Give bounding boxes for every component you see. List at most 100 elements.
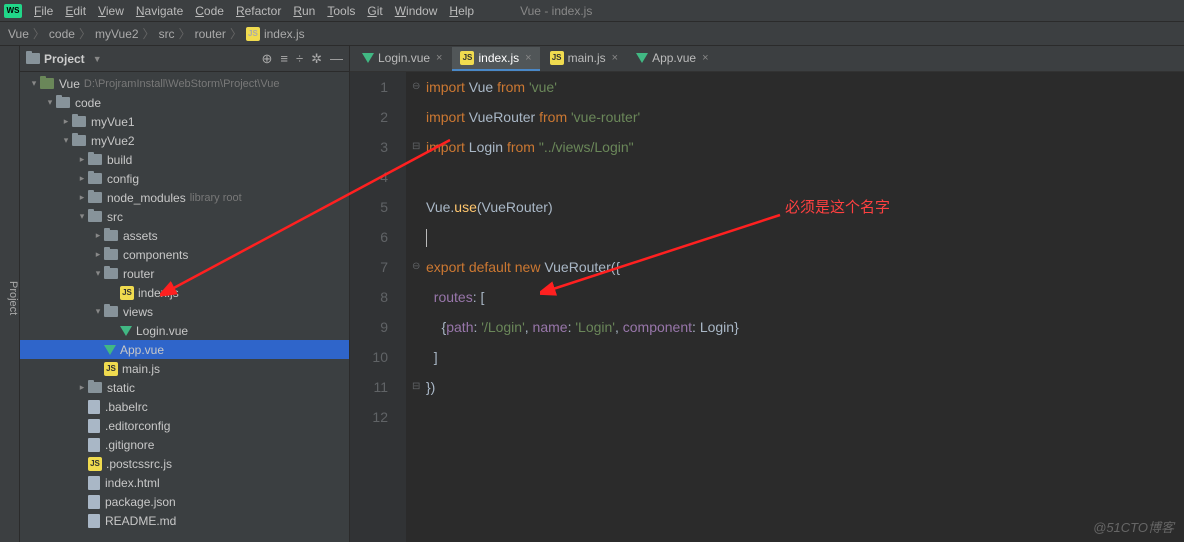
code-content[interactable]: ⊖import Vue from 'vue'import VueRouter f… <box>406 72 1184 542</box>
close-icon[interactable]: × <box>702 52 708 64</box>
tree-row[interactable]: package.json <box>20 492 349 511</box>
folder-icon <box>104 268 118 279</box>
menubar: WS FileEditViewNavigateCodeRefactorRunTo… <box>0 0 1184 22</box>
menu-run[interactable]: Run <box>287 2 321 20</box>
js-icon: JS <box>104 362 118 376</box>
menu-navigate[interactable]: Navigate <box>130 2 189 20</box>
tree-arrow-icon[interactable]: ▾ <box>92 306 104 317</box>
menu-help[interactable]: Help <box>443 2 480 20</box>
tree-row[interactable]: ▾myVue2 <box>20 131 349 150</box>
editor-tab[interactable]: JSmain.js× <box>542 47 626 71</box>
gear-icon[interactable]: ✲ <box>311 51 322 67</box>
project-tree[interactable]: ▾VueD:\ProjramInstall\WebStorm\Project\V… <box>20 72 349 542</box>
code-line[interactable]: ⊟}) <box>426 372 1184 402</box>
tree-arrow-icon[interactable]: ▸ <box>76 192 88 203</box>
menu-code[interactable]: Code <box>189 2 230 20</box>
tree-row[interactable]: .gitignore <box>20 435 349 454</box>
editor-tab[interactable]: App.vue× <box>628 47 716 71</box>
tree-arrow-icon[interactable]: ▾ <box>76 211 88 222</box>
tree-arrow-icon[interactable]: ▸ <box>92 230 104 241</box>
tree-label: package.json <box>105 495 176 509</box>
tree-arrow-icon[interactable]: ▸ <box>76 382 88 393</box>
chevron-down-icon[interactable]: ▼ <box>93 54 102 64</box>
code-line[interactable]: ] <box>426 342 1184 372</box>
menu-file[interactable]: File <box>28 2 59 20</box>
folder-icon <box>104 230 118 241</box>
tree-row[interactable]: JSmain.js <box>20 359 349 378</box>
tree-row[interactable]: ▾src <box>20 207 349 226</box>
tree-label: router <box>123 267 154 281</box>
folder-icon <box>88 211 102 222</box>
tree-row[interactable]: ▾ router <box>20 264 349 283</box>
close-icon[interactable]: × <box>436 52 442 64</box>
breadcrumb-item[interactable]: index.js <box>264 27 305 41</box>
tree-arrow-icon[interactable]: ▾ <box>60 135 72 146</box>
tree-row[interactable]: ▸build <box>20 150 349 169</box>
editor-tab[interactable]: Login.vue× <box>354 47 450 71</box>
code-line[interactable]: Vue.use(VueRouter) <box>426 192 1184 222</box>
folder-icon <box>104 306 118 317</box>
breadcrumb-item[interactable]: myVue2 <box>95 27 139 41</box>
breadcrumb-item[interactable]: src <box>159 27 175 41</box>
code-line[interactable]: {path: '/Login', name: 'Login', componen… <box>426 312 1184 342</box>
tree-row[interactable]: JS.postcssrc.js <box>20 454 349 473</box>
menu-git[interactable]: Git <box>361 2 388 20</box>
tree-row[interactable]: ▸assets <box>20 226 349 245</box>
breadcrumb-item[interactable]: Vue <box>8 27 29 41</box>
tree-row[interactable]: Login.vue <box>20 321 349 340</box>
editor-tab[interactable]: JSindex.js× <box>452 47 539 71</box>
code-line[interactable]: routes: [ <box>426 282 1184 312</box>
js-icon: JS <box>88 457 102 471</box>
menu-window[interactable]: Window <box>389 2 444 20</box>
breadcrumb-item[interactable]: router <box>195 27 226 41</box>
panel-title[interactable]: Project <box>44 52 85 66</box>
tree-row[interactable]: App.vue <box>20 340 349 359</box>
tree-label: index.js <box>138 286 179 300</box>
close-icon[interactable]: × <box>525 52 531 64</box>
tree-arrow-icon[interactable]: ▸ <box>76 154 88 165</box>
breadcrumb[interactable]: Vue〉code〉myVue2〉src〉router〉JSindex.js <box>0 22 1184 46</box>
target-icon[interactable]: ⊕ <box>261 51 272 67</box>
code-line[interactable]: ⊖import Vue from 'vue' <box>426 72 1184 102</box>
tree-row[interactable]: ▸node_moduleslibrary root <box>20 188 349 207</box>
folder-icon <box>88 173 102 184</box>
tree-label: README.md <box>105 514 176 528</box>
code-line[interactable]: import VueRouter from 'vue-router' <box>426 102 1184 132</box>
tree-row[interactable]: .babelrc <box>20 397 349 416</box>
collapse-icon[interactable]: ÷ <box>296 51 303 67</box>
tree-row[interactable]: ▾code <box>20 93 349 112</box>
tree-row[interactable]: ▾VueD:\ProjramInstall\WebStorm\Project\V… <box>20 74 349 93</box>
vue-icon <box>104 345 116 355</box>
hide-icon[interactable]: — <box>330 51 343 67</box>
menu-tools[interactable]: Tools <box>321 2 361 20</box>
tree-row[interactable]: ▸myVue1 <box>20 112 349 131</box>
tree-row[interactable]: .editorconfig <box>20 416 349 435</box>
tree-row[interactable]: ▾views <box>20 302 349 321</box>
code-line[interactable] <box>426 222 1184 252</box>
breadcrumb-item[interactable]: code <box>49 27 75 41</box>
code-editor[interactable]: 123456789101112 ⊖import Vue from 'vue'im… <box>350 72 1184 542</box>
code-line[interactable] <box>426 162 1184 192</box>
tree-row[interactable]: JSindex.js <box>20 283 349 302</box>
tree-arrow-icon[interactable]: ▾ <box>44 97 56 108</box>
tree-arrow-icon[interactable]: ▸ <box>92 249 104 260</box>
expand-icon[interactable]: ≡ <box>280 51 288 67</box>
project-panel: Project ▼ ⊕ ≡ ÷ ✲ — ▾VueD:\ProjramInstal… <box>20 46 350 542</box>
menu-edit[interactable]: Edit <box>59 2 92 20</box>
tree-arrow-icon[interactable]: ▸ <box>76 173 88 184</box>
code-line[interactable] <box>426 402 1184 432</box>
menu-view[interactable]: View <box>92 2 130 20</box>
tree-row[interactable]: index.html <box>20 473 349 492</box>
tree-arrow-icon[interactable]: ▸ <box>60 116 72 127</box>
close-icon[interactable]: × <box>612 52 618 64</box>
tree-row[interactable]: ▸static <box>20 378 349 397</box>
code-line[interactable]: ⊟import Login from "../views/Login" <box>426 132 1184 162</box>
tree-row[interactable]: README.md <box>20 511 349 530</box>
tree-arrow-icon[interactable]: ▾ <box>92 268 104 279</box>
tree-arrow-icon[interactable]: ▾ <box>28 78 40 89</box>
project-toolwindow-tab[interactable]: Project <box>0 46 20 542</box>
tree-row[interactable]: ▸config <box>20 169 349 188</box>
menu-refactor[interactable]: Refactor <box>230 2 287 20</box>
tree-row[interactable]: ▸components <box>20 245 349 264</box>
code-line[interactable]: ⊖export default new VueRouter({ <box>426 252 1184 282</box>
